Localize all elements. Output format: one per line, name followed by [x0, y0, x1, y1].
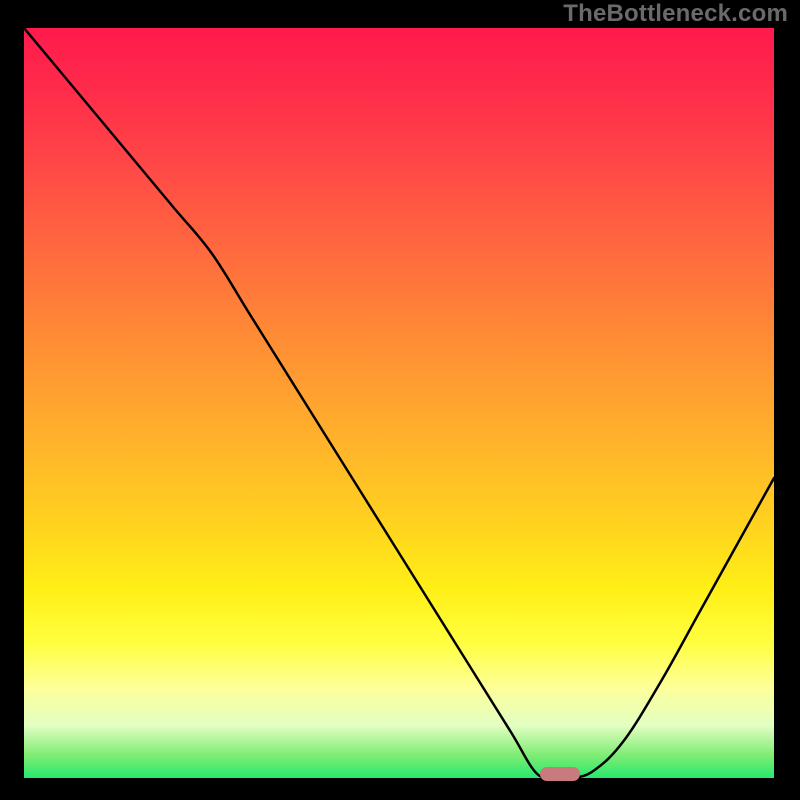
optimal-marker: [540, 767, 580, 781]
bottleneck-curve: [24, 28, 774, 778]
chart-curve-layer: [24, 28, 774, 778]
watermark-text: TheBottleneck.com: [563, 0, 788, 28]
